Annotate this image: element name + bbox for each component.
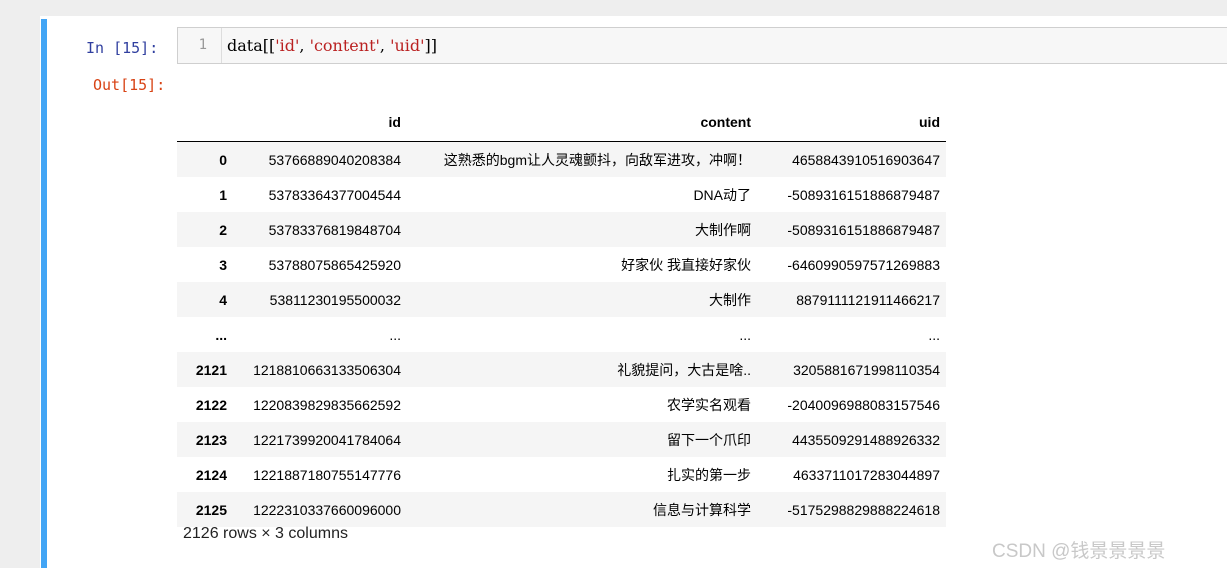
cell-uid: ... xyxy=(928,326,940,343)
out-prompt: Out[15]: xyxy=(93,76,166,94)
row-index: 4 xyxy=(219,291,227,308)
cell-uid: -5089316151886879487 xyxy=(787,186,940,203)
cell-uid: 4658843910516903647 xyxy=(792,151,940,168)
table-row: ............ xyxy=(177,317,946,352)
cell-uid: 4435509291488926332 xyxy=(792,431,940,448)
cell-id: ... xyxy=(389,326,401,343)
row-index: 2123 xyxy=(195,431,227,448)
cell-id: 1222310337660096000 xyxy=(253,501,401,518)
cell-uid: -5089316151886879487 xyxy=(787,221,940,238)
cell-uid: 4633711017283044897 xyxy=(793,466,940,483)
code-input[interactable]: 1 data[['id', 'content', 'uid']] xyxy=(177,27,1227,64)
cell-id: 1218810663133506304 xyxy=(253,361,401,378)
code-suffix: ]] xyxy=(424,36,438,55)
code-prefix: data[[ xyxy=(227,36,276,55)
column-header-uid: uid xyxy=(757,103,946,142)
column-header-content: content xyxy=(407,103,757,142)
row-index: 2124 xyxy=(195,466,227,483)
watermark: CSDN @钱景景景景 xyxy=(992,541,1166,562)
cell-content: ... xyxy=(739,326,751,343)
table-row: 2125 1222310337660096000 信息与计算科学 -517529882… xyxy=(177,492,946,527)
row-index: 0 xyxy=(219,151,227,168)
cell-content: 这熟悉的bgm让人灵魂颤抖，向敌军进攻，冲啊！ xyxy=(443,151,751,168)
top-bar xyxy=(0,0,1227,16)
cell-id: 1220839829835662592 xyxy=(253,396,401,413)
row-index: 2121 xyxy=(195,361,227,378)
table-header-row: id content uid xyxy=(177,103,946,142)
cell-content: 好家伙 我直接好家伙 xyxy=(621,256,751,273)
cell-id: 1221887180755147776 xyxy=(253,466,401,483)
cell-id: 53788075865425920 xyxy=(268,256,401,273)
table-row: 2121 1218810663133506304 礼貌提问，大古是啥.. 320588… xyxy=(177,352,946,387)
cell-id: 1221739920041784064 xyxy=(253,431,401,448)
code-text[interactable]: data[['id', 'content', 'uid']] xyxy=(227,28,437,63)
cell-id: 53783376819848704 xyxy=(268,221,401,238)
column-header-id: id xyxy=(233,103,407,142)
table-row: 3 53788075865425920 好家伙 我直接好家伙 -64609905975… xyxy=(177,247,946,282)
cell-uid: -6460990597571269883 xyxy=(787,256,940,273)
table-row: 2 53783376819848704 大制作啊 -50893161518868794… xyxy=(177,212,946,247)
row-index: 2 xyxy=(219,221,227,238)
cell-content: 大制作 xyxy=(709,291,751,308)
code-string-id: 'id' xyxy=(275,36,300,55)
cell-content: 信息与计算科学 xyxy=(653,501,751,518)
dataframe-table: id content uid 0 53766889040208384 这熟悉的bgm… xyxy=(177,103,946,527)
cell-content: 大制作啊 xyxy=(695,221,751,238)
table-row: 1 53783364377004544 DNA动了 -5089316151886879… xyxy=(177,177,946,212)
cell-content: 留下一个爪印 xyxy=(667,431,751,448)
cell-content: 扎实的第一步 xyxy=(667,466,751,483)
table-row: 2122 1220839829835662592 农学实名观看 -2040096988… xyxy=(177,387,946,422)
table-summary: 2126 rows × 3 columns xyxy=(183,525,348,542)
code-sep: , xyxy=(379,36,391,55)
line-number: 1 xyxy=(178,28,222,63)
code-string-content: 'content' xyxy=(309,36,380,55)
cell-id: 53811230195500032 xyxy=(269,291,401,308)
cell-uid: 8879111121911466217 xyxy=(796,291,940,308)
row-index: 2125 xyxy=(195,501,227,518)
row-index: 2122 xyxy=(195,396,227,413)
code-string-uid: 'uid' xyxy=(390,36,425,55)
table-row: 2123 1221739920041784064 留下一个爪印 44355092914… xyxy=(177,422,946,457)
table-row: 2124 1221887180755147776 扎实的第一步 46337110172… xyxy=(177,457,946,492)
table-row: 0 53766889040208384 这熟悉的bgm让人灵魂颤抖，向敌军进攻，冲啊… xyxy=(177,141,946,177)
row-index: ... xyxy=(215,326,227,343)
cell-content: 礼貌提问，大古是啥.. xyxy=(617,361,751,378)
cell-id: 53783364377004544 xyxy=(268,186,401,203)
cell-uid: -2040096988083157546 xyxy=(787,396,940,413)
cell-id: 53766889040208384 xyxy=(268,151,401,168)
row-index: 3 xyxy=(219,256,227,273)
row-index: 1 xyxy=(219,186,227,203)
cell-content: 农学实名观看 xyxy=(667,396,751,413)
in-prompt: In [15]: xyxy=(86,39,159,57)
cell-uid: 3205881671998110354 xyxy=(793,361,940,378)
table-row: 4 53811230195500032 大制作 8879111121911466217 xyxy=(177,282,946,317)
table-body: 0 53766889040208384 这熟悉的bgm让人灵魂颤抖，向敌军进攻，冲啊… xyxy=(177,141,946,527)
column-header-index xyxy=(177,103,233,142)
cell-uid: -5175298829888224618 xyxy=(787,501,940,518)
code-cell[interactable]: In [15]: Out[15]: 1 data[['id', 'content… xyxy=(41,19,1227,568)
code-sep: , xyxy=(299,36,310,55)
cell-content: DNA动了 xyxy=(693,186,751,203)
